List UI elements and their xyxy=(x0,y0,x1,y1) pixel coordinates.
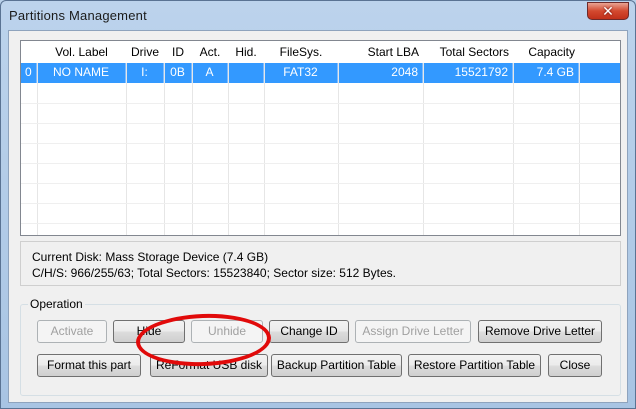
partitions-management-window: Partitions Management ✕ Vol. Label Drive… xyxy=(0,0,636,409)
partition-list[interactable]: Vol. Label Drive ID Act. Hid. FileSys. S… xyxy=(20,40,621,236)
title-bar[interactable]: Partitions Management ✕ xyxy=(1,1,635,29)
grid-line xyxy=(228,63,229,235)
window-close-button[interactable]: ✕ xyxy=(587,2,629,20)
column-header-active[interactable]: Act. xyxy=(192,41,228,63)
grid-line xyxy=(37,63,38,235)
cell-active: A xyxy=(192,63,228,83)
cell-id: 0B xyxy=(164,63,192,83)
close-icon: ✕ xyxy=(602,3,614,19)
column-header-capacity[interactable]: Capacity xyxy=(513,41,579,63)
cell-total-sectors: 15521792 xyxy=(423,63,513,83)
grid-row-line xyxy=(21,183,620,184)
grid-row-line xyxy=(21,223,620,224)
grid-row-line xyxy=(21,163,620,164)
column-header-hidden[interactable]: Hid. xyxy=(228,41,264,63)
column-header-start-lba[interactable]: Start LBA xyxy=(338,41,423,63)
reformat-usb-disk-button[interactable]: ReFormat USB disk xyxy=(150,354,268,377)
column-header-total-sectors[interactable]: Total Sectors xyxy=(423,41,513,63)
assign-drive-letter-button[interactable]: Assign Drive Letter xyxy=(355,320,471,343)
grid-row-line xyxy=(21,143,620,144)
window-title: Partitions Management xyxy=(9,8,147,23)
change-id-button[interactable]: Change ID xyxy=(269,320,349,343)
grid-row-line xyxy=(21,203,620,204)
operation-group-label: Operation xyxy=(28,297,85,311)
partition-list-header: Vol. Label Drive ID Act. Hid. FileSys. S… xyxy=(21,41,620,63)
restore-partition-table-button[interactable]: Restore Partition Table xyxy=(408,354,541,377)
close-button[interactable]: Close xyxy=(548,354,602,377)
grid-row-line xyxy=(21,103,620,104)
column-header-filesys[interactable]: FileSys. xyxy=(264,41,338,63)
column-header-drive[interactable]: Drive xyxy=(126,41,164,63)
grid-line xyxy=(338,63,339,235)
grid-line xyxy=(423,63,424,235)
chs-info-text: C/H/S: 966/255/63; Total Sectors: 155238… xyxy=(32,266,396,280)
column-header-vol-label[interactable]: Vol. Label xyxy=(37,41,126,63)
unhide-button[interactable]: Unhide xyxy=(191,320,263,343)
grid-row-line xyxy=(21,123,620,124)
grid-line xyxy=(126,63,127,235)
cell-hidden xyxy=(228,63,264,83)
remove-drive-letter-button[interactable]: Remove Drive Letter xyxy=(478,320,602,343)
grid-line xyxy=(579,63,580,235)
operation-group: Operation xyxy=(20,297,621,396)
column-header-id[interactable]: ID xyxy=(164,41,192,63)
cell-capacity: 7.4 GB xyxy=(513,63,579,83)
grid-line xyxy=(192,63,193,235)
activate-button[interactable]: Activate xyxy=(37,320,107,343)
grid-line xyxy=(513,63,514,235)
grid-line xyxy=(164,63,165,235)
partition-row[interactable]: 0 NO NAME I: 0B A FAT32 2048 15521792 7.… xyxy=(21,63,620,83)
current-disk-text: Current Disk: Mass Storage Device (7.4 G… xyxy=(32,250,269,264)
cell-vol-label: NO NAME xyxy=(37,63,126,83)
grid-line xyxy=(264,63,265,235)
format-part-button[interactable]: Format this part xyxy=(37,354,141,377)
backup-partition-table-button[interactable]: Backup Partition Table xyxy=(271,354,402,377)
column-header-index[interactable] xyxy=(21,41,37,63)
cell-filesys: FAT32 xyxy=(264,63,338,83)
hide-button[interactable]: Hide xyxy=(113,320,185,343)
cell-index: 0 xyxy=(21,63,37,83)
disk-info-panel: Current Disk: Mass Storage Device (7.4 G… xyxy=(20,241,621,286)
cell-drive: I: xyxy=(126,63,164,83)
cell-start-lba: 2048 xyxy=(338,63,423,83)
dialog-client-area: Vol. Label Drive ID Act. Hid. FileSys. S… xyxy=(8,30,628,403)
